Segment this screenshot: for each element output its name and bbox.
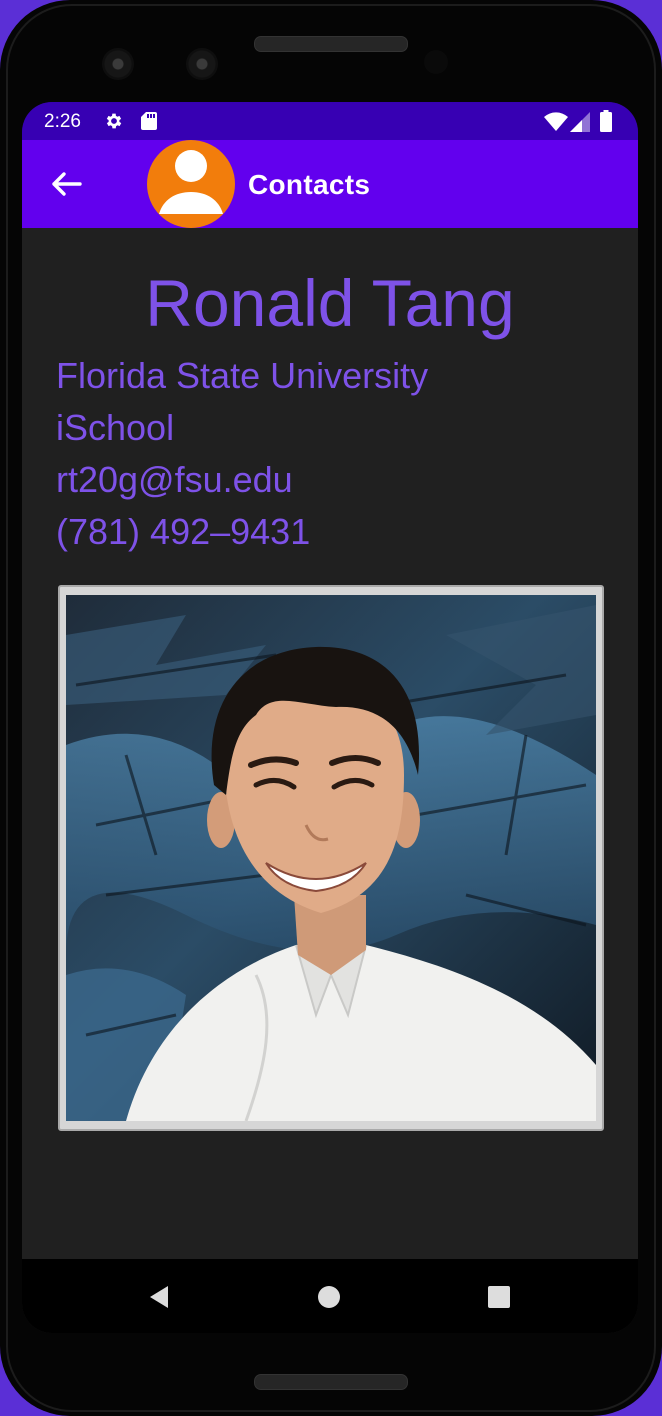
app-bar-title: Contacts [248, 169, 371, 200]
front-camera [102, 48, 134, 80]
proximity-sensor [424, 50, 448, 74]
front-camera-secondary [186, 48, 218, 80]
contact-name: Ronald Tang [145, 266, 515, 340]
nav-back-icon[interactable] [146, 1284, 172, 1310]
signal-icon [570, 112, 590, 132]
navigation-bar [22, 1259, 638, 1333]
bottom-speaker [254, 1374, 408, 1390]
contact-organization: Florida State University [56, 355, 429, 396]
contact-department: iSchool [56, 407, 175, 448]
screen: 2:26 Contacts Ronald Tang Florida State … [22, 102, 638, 1333]
gear-icon [106, 113, 122, 129]
phone-frame: 2:26 Contacts Ronald Tang Florida State … [0, 0, 662, 1416]
app-bar: Contacts [22, 140, 638, 228]
nav-home-icon[interactable] [318, 1286, 340, 1308]
sd-card-icon [141, 112, 157, 130]
status-time: 2:26 [44, 111, 81, 132]
status-bar: 2:26 [22, 102, 638, 140]
wifi-icon [544, 112, 568, 131]
contact-photo [66, 595, 596, 1121]
contact-phone[interactable]: (781) 492–9431 [56, 510, 310, 554]
contact-photo-frame [58, 585, 604, 1131]
contact-email[interactable]: rt20g@fsu.edu [56, 458, 293, 502]
earpiece-speaker [254, 36, 408, 52]
person-avatar-icon [147, 140, 235, 228]
nav-recents-icon[interactable] [488, 1286, 510, 1308]
arrow-back-icon[interactable] [46, 166, 86, 202]
battery-icon [600, 110, 612, 132]
